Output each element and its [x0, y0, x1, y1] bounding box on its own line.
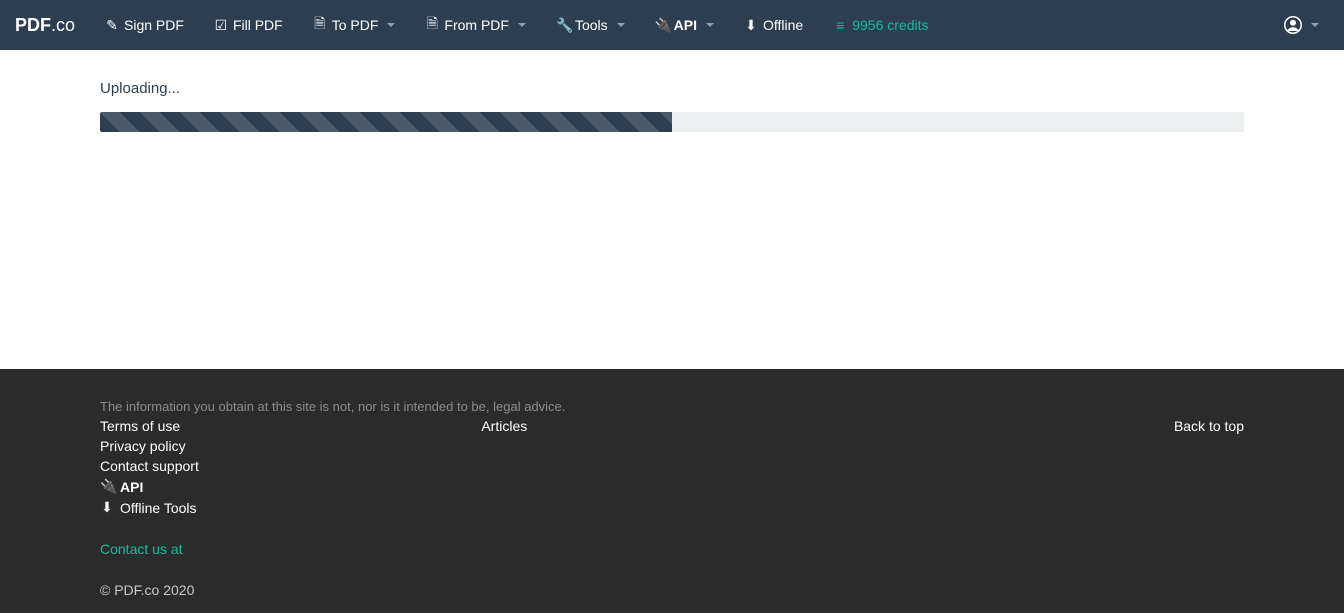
user-circle-icon	[1284, 16, 1302, 34]
navbar-right	[1274, 6, 1329, 44]
nav-fill-label: Fill PDF	[233, 17, 283, 33]
nav-credits[interactable]: ≡ 9956 credits	[818, 2, 943, 48]
footer-offline-tools[interactable]: ⬇ Offline Tools	[100, 499, 481, 516]
download-icon: ⬇	[744, 17, 758, 34]
nav-credits-label: 9956 credits	[852, 17, 928, 33]
caret-icon	[518, 23, 526, 27]
footer: The information you obtain at this site …	[0, 369, 1344, 613]
footer-terms[interactable]: Terms of use	[100, 418, 481, 434]
footer-disclaimer: The information you obtain at this site …	[100, 399, 1244, 414]
file-icon: 🗎	[313, 13, 327, 37]
caret-icon	[706, 23, 714, 27]
progress-bar-fill	[100, 112, 672, 132]
logo-bold: PDF	[15, 15, 51, 35]
footer-col-left: Terms of use Privacy policy Contact supp…	[100, 418, 481, 516]
footer-api[interactable]: 🔌 API	[100, 478, 481, 495]
user-menu[interactable]	[1274, 6, 1329, 44]
nav-offline[interactable]: ⬇ Offline	[729, 2, 818, 49]
caret-icon	[617, 23, 625, 27]
main-content: Uploading...	[0, 50, 1344, 369]
footer-columns: Terms of use Privacy policy Contact supp…	[100, 418, 1244, 516]
navbar-left: PDF.co ✎ Sign PDF ☑ Fill PDF 🗎 To PDF 🗎 …	[15, 0, 944, 52]
caret-icon	[1311, 23, 1319, 27]
progress-bar-track	[100, 112, 1244, 132]
footer-col-right: Back to top	[863, 418, 1244, 516]
footer-copyright: © PDF.co 2020	[100, 582, 1244, 598]
nav-api-label: API	[674, 17, 697, 33]
plug-icon: 🔌	[100, 478, 114, 495]
nav-sign-pdf[interactable]: ✎ Sign PDF	[90, 2, 199, 49]
wrench-icon: 🔧	[556, 17, 570, 34]
file-icon: 🗎	[425, 13, 439, 37]
footer-col-mid: Articles	[481, 418, 862, 516]
nav-offline-label: Offline	[763, 17, 803, 33]
nav-fill-pdf[interactable]: ☑ Fill PDF	[199, 2, 298, 49]
logo-light: .co	[51, 15, 75, 35]
footer-support[interactable]: Contact support	[100, 458, 481, 474]
footer-contact[interactable]: Contact us at	[100, 541, 1244, 557]
footer-privacy[interactable]: Privacy policy	[100, 438, 481, 454]
download-icon: ⬇	[100, 499, 114, 516]
logo[interactable]: PDF.co	[15, 15, 90, 36]
navbar: PDF.co ✎ Sign PDF ☑ Fill PDF 🗎 To PDF 🗎 …	[0, 0, 1344, 50]
nav-api[interactable]: 🔌 API	[640, 2, 729, 49]
plug-icon: 🔌	[655, 17, 669, 34]
pencil-icon: ✎	[105, 17, 119, 34]
upload-status: Uploading...	[100, 80, 1244, 97]
coins-icon: ≡	[833, 17, 847, 33]
nav-from-pdf[interactable]: 🗎 From PDF	[410, 0, 541, 52]
check-square-icon: ☑	[214, 17, 228, 34]
nav-topdf-label: To PDF	[332, 17, 379, 33]
caret-icon	[387, 23, 395, 27]
nav-tools-label: Tools	[575, 17, 608, 33]
nav-frompdf-label: From PDF	[444, 17, 509, 33]
footer-back-to-top[interactable]: Back to top	[1174, 418, 1244, 434]
footer-articles[interactable]: Articles	[481, 418, 862, 434]
nav-tools[interactable]: 🔧 Tools	[541, 2, 640, 49]
nav-sign-label: Sign PDF	[124, 17, 184, 33]
nav-to-pdf[interactable]: 🗎 To PDF	[298, 0, 411, 52]
